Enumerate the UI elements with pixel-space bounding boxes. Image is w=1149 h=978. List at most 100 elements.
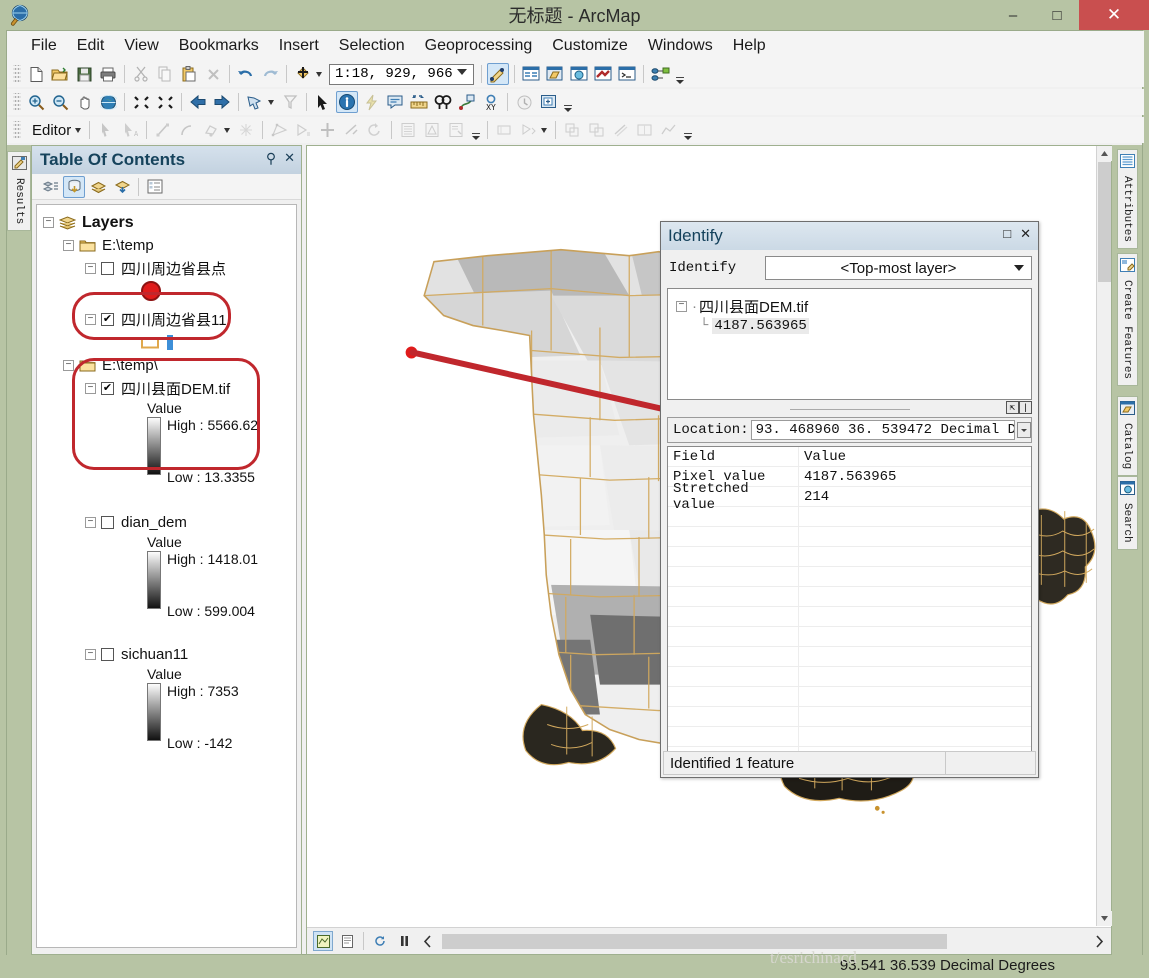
layer-checkbox[interactable] xyxy=(101,262,114,275)
arc-segment-icon[interactable] xyxy=(176,119,198,141)
editor-dropdown-icon[interactable] xyxy=(75,127,82,133)
identify-results-tree[interactable]: − · 四川县面DEM.tif └ 4187.563965 xyxy=(667,288,1032,400)
menu-selection[interactable]: Selection xyxy=(329,35,415,57)
table-row-empty[interactable] xyxy=(668,527,1031,547)
menu-help[interactable]: Help xyxy=(723,35,776,57)
zoom-out-icon[interactable] xyxy=(49,91,71,113)
buffer-icon[interactable] xyxy=(517,119,539,141)
scroll-thumb[interactable] xyxy=(1098,162,1111,282)
next-extent-icon[interactable] xyxy=(1089,931,1109,951)
table-row-empty[interactable] xyxy=(668,607,1031,627)
go-to-xy-icon[interactable]: XY xyxy=(480,91,502,113)
expander-icon[interactable]: − xyxy=(676,300,687,312)
restore-icon[interactable]: | xyxy=(1019,401,1032,414)
go-back-icon[interactable] xyxy=(187,91,209,113)
expander-icon[interactable]: − xyxy=(85,263,96,274)
edit-vertices-icon[interactable] xyxy=(268,119,290,141)
sidebar-tab-results[interactable]: Results xyxy=(7,151,31,232)
identify-layer-select[interactable]: <Top-most layer> xyxy=(765,256,1032,280)
layer-checkbox[interactable]: ✔ xyxy=(101,382,114,395)
close-icon[interactable]: ✕ xyxy=(284,150,295,167)
reshape-icon[interactable] xyxy=(292,119,314,141)
edit-tool-icon[interactable] xyxy=(95,119,117,141)
pin-icon[interactable]: ⚲ xyxy=(266,150,276,167)
create-viewer-icon[interactable] xyxy=(537,91,559,113)
layout-view-icon[interactable] xyxy=(337,931,357,951)
map-vertical-scrollbar[interactable] xyxy=(1096,146,1112,926)
table-row-empty[interactable] xyxy=(668,707,1031,727)
select-features-icon[interactable] xyxy=(244,91,266,113)
collapse-icon[interactable]: ⇱ xyxy=(1006,401,1019,414)
print-icon[interactable] xyxy=(97,63,119,85)
maximize-button[interactable]: □ xyxy=(1035,0,1079,30)
menu-insert[interactable]: Insert xyxy=(269,35,329,57)
rotate-icon[interactable] xyxy=(364,119,386,141)
identify-splitter[interactable]: ⇱ | xyxy=(667,401,1032,415)
split-icon[interactable] xyxy=(340,119,362,141)
chevron-down-icon[interactable] xyxy=(1014,265,1024,271)
zoom-in-icon[interactable] xyxy=(25,91,47,113)
find-route-icon[interactable] xyxy=(456,91,478,113)
expander-icon[interactable]: − xyxy=(85,383,96,394)
expander-icon[interactable]: − xyxy=(63,360,74,371)
expander-icon[interactable]: − xyxy=(63,240,74,251)
previous-extent-icon[interactable] xyxy=(418,931,438,951)
toc-group-1[interactable]: − E:\temp\ xyxy=(37,354,296,377)
toc-layer-sichuan-points[interactable]: − 四川周边省县点 xyxy=(37,257,296,280)
menu-customize[interactable]: Customize xyxy=(542,35,638,57)
union-icon[interactable] xyxy=(585,119,607,141)
clip-icon[interactable] xyxy=(561,119,583,141)
menu-windows[interactable]: Windows xyxy=(638,35,723,57)
time-slider-icon[interactable] xyxy=(513,91,535,113)
catalog-icon[interactable] xyxy=(544,63,566,85)
select-elements-icon[interactable] xyxy=(312,91,334,113)
select-features-dropdown-icon[interactable] xyxy=(268,99,274,105)
scroll-thumb[interactable] xyxy=(442,933,947,949)
toc-layer-sichuan-dem[interactable]: − ✔ 四川县面DEM.tif xyxy=(37,377,296,400)
toc-root-layers[interactable]: − Layers xyxy=(37,211,296,234)
expander-icon[interactable]: − xyxy=(85,649,96,660)
expander-icon[interactable]: − xyxy=(85,314,96,325)
menu-geoprocessing[interactable]: Geoprocessing xyxy=(415,35,543,57)
divide-icon[interactable] xyxy=(633,119,655,141)
layer-checkbox[interactable] xyxy=(101,648,114,661)
find-icon[interactable] xyxy=(432,91,454,113)
identify-tree-child[interactable]: └ 4187.563965 xyxy=(676,316,1031,336)
table-row-empty[interactable] xyxy=(668,567,1031,587)
toolbar-overflow-button-2[interactable] xyxy=(682,120,693,140)
table-row-empty[interactable] xyxy=(668,667,1031,687)
undo-icon[interactable] xyxy=(235,63,257,85)
toc-layer-dian-dem[interactable]: − dian_dem xyxy=(37,511,296,534)
add-data-icon[interactable] xyxy=(292,63,314,85)
list-by-visibility-icon[interactable] xyxy=(87,176,109,198)
identify-location-value[interactable]: 93. 468960 36. 539472 Decimal Degre xyxy=(750,420,1015,440)
toc-group-0[interactable]: − E:\temp xyxy=(37,234,296,257)
toolbar-grip[interactable] xyxy=(13,65,21,83)
buffer-dropdown-icon[interactable] xyxy=(541,127,548,133)
redo-icon[interactable] xyxy=(259,63,281,85)
python-window-icon[interactable] xyxy=(616,63,638,85)
edit-annotation-icon[interactable]: A xyxy=(119,119,141,141)
arctoolbox-icon[interactable] xyxy=(592,63,614,85)
layer-checkbox[interactable]: ✔ xyxy=(101,313,114,326)
generalize-icon[interactable] xyxy=(657,119,679,141)
identify-attribute-table[interactable]: Field Value Pixel value 4187.563965 Stre… xyxy=(667,446,1032,758)
menu-view[interactable]: View xyxy=(114,35,168,57)
identify-icon[interactable] xyxy=(336,91,358,113)
fixed-zoom-in-icon[interactable] xyxy=(130,91,152,113)
toolbar-grip[interactable] xyxy=(13,121,21,139)
identify-title-bar[interactable]: Identify □ ✕ xyxy=(661,222,1038,250)
toc-layer-sichuan-counties-11[interactable]: − ✔ 四川周边省县11 xyxy=(37,308,296,331)
expander-icon[interactable]: − xyxy=(43,217,54,228)
maximize-icon[interactable]: □ xyxy=(1003,226,1011,242)
scroll-down-button[interactable] xyxy=(1097,911,1112,926)
options-icon[interactable] xyxy=(144,176,166,198)
sidebar-tab-search[interactable]: Search xyxy=(1116,476,1138,550)
map-scale-combo[interactable]: 1:18, 929, 966 xyxy=(329,63,474,85)
location-format-spinner-icon[interactable] xyxy=(1017,422,1031,438)
identify-dialog[interactable]: Identify □ ✕ Identify <Top-most layer> −… xyxy=(660,221,1039,778)
sidebar-tab-catalog[interactable]: Catalog xyxy=(1116,396,1138,477)
measure-icon[interactable] xyxy=(408,91,430,113)
hyperlink-icon[interactable] xyxy=(360,91,382,113)
expander-icon[interactable]: − xyxy=(85,517,96,528)
